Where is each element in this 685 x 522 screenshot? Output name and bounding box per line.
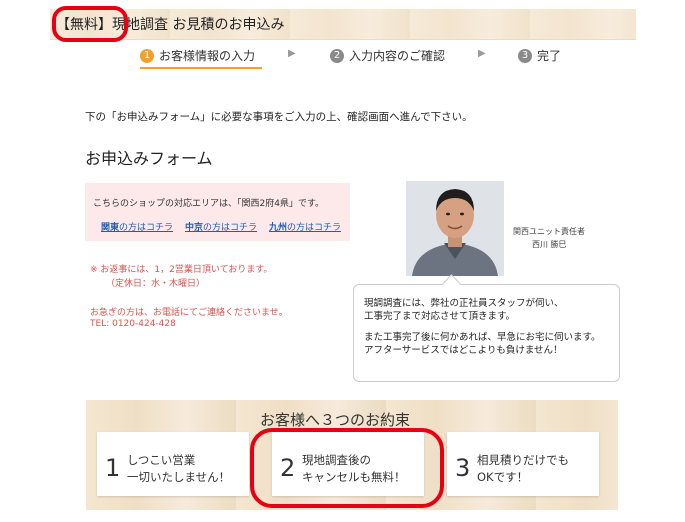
step-2-number: 2 xyxy=(330,48,344,63)
phone-number: TEL: 0120-424-428 xyxy=(90,319,176,329)
step-2-label: 入力内容のご確認 xyxy=(349,49,446,63)
kanto-link-bold: 関東 xyxy=(101,223,120,233)
bubble-line-2: 工事完了まで対応させて頂きます。 xyxy=(364,311,516,322)
staff-photo xyxy=(406,181,504,276)
form-heading: お申込みフォーム xyxy=(85,149,213,168)
step-2: 2 入力内容のご確認 xyxy=(330,47,445,64)
intro-text: 下の「お申込みフォーム」に必要な事項をご入力の上、確認画面へ進んで下さい。 xyxy=(85,111,473,123)
promise-card-1: 1 しつこい営業 一切いたしません！ xyxy=(97,432,249,496)
phone-note: お急ぎの方は、お電話にてご連絡くださいませ。 xyxy=(90,308,288,318)
staff-message-bubble: 現調調査には、弊社の正社員スタッフが伺い、 工事完了まで対応させて頂きます。 ま… xyxy=(353,284,620,382)
chukyo-link-bold: 中京 xyxy=(185,223,204,233)
staff-role: 関西ユニット責任者 xyxy=(513,227,585,236)
reply-note: ※ お返事には、1，2営業日頂いております。 xyxy=(90,265,273,275)
staff-photo-illustration xyxy=(406,181,504,276)
promise-3-number: 3 xyxy=(455,454,471,482)
step-3-label: 完了 xyxy=(537,49,562,63)
step-3-number: 3 xyxy=(518,48,532,63)
chukyo-link[interactable]: 中京の方はコチラ xyxy=(185,220,257,233)
service-area-text: こちらのショップの対応エリアは、「関西2府4県」です。 xyxy=(93,199,325,209)
kyushu-link-bold: 九州 xyxy=(269,223,288,233)
step-indicator: 1 お客様情報の入力 ▶ 2 入力内容のご確認 ▶ 3 完了 xyxy=(140,45,580,69)
free-highlight-circle xyxy=(52,6,128,42)
step-1-label: お客様情報の入力 xyxy=(159,49,256,63)
staff-name: 西川 勝巳 xyxy=(532,240,567,249)
promise-1-line-1: しつこい営業 xyxy=(127,453,196,467)
bubble-line-1: 現調調査には、弊社の正社員スタッフが伺い、 xyxy=(364,298,564,309)
promise-card-3: 3 相見積りだけでも OKです！ xyxy=(447,432,599,496)
holiday-note: （定休日：水・木曜日） xyxy=(106,279,206,289)
kanto-link-text: の方はコチラ xyxy=(119,223,174,233)
service-area-box: こちらのショップの対応エリアは、「関西2府4県」です。 関東の方はコチラ 中京の… xyxy=(85,183,350,241)
active-step-underline xyxy=(140,67,262,69)
kyushu-link[interactable]: 九州の方はコチラ xyxy=(269,220,341,233)
bubble-line-3: また工事完了後に何かあれば、早急にお宅に伺います。 xyxy=(364,332,601,343)
step-1: 1 お客様情報の入力 xyxy=(140,47,255,64)
promise-1-number: 1 xyxy=(105,454,121,482)
kanto-link[interactable]: 関東の方はコチラ xyxy=(101,220,173,233)
kyushu-link-text: の方はコチラ xyxy=(287,223,342,233)
step-1-number: 1 xyxy=(140,48,154,63)
chukyo-link-text: の方はコチラ xyxy=(203,223,258,233)
bubble-line-4: アフターサービスではどこよりも負けません！ xyxy=(364,345,563,356)
promise-1-line-2: 一切いたしません！ xyxy=(127,470,231,484)
promise-3-line-2: OKです！ xyxy=(477,470,529,484)
step-arrow-icon: ▶ xyxy=(288,48,296,59)
step-3: 3 完了 xyxy=(518,47,561,64)
promise-3-line-1: 相見積りだけでも xyxy=(477,453,569,467)
free-cancel-highlight-circle xyxy=(250,428,444,508)
step-arrow-icon: ▶ xyxy=(478,48,486,59)
promise-title: お客様へ３つのお約束 xyxy=(260,411,411,429)
